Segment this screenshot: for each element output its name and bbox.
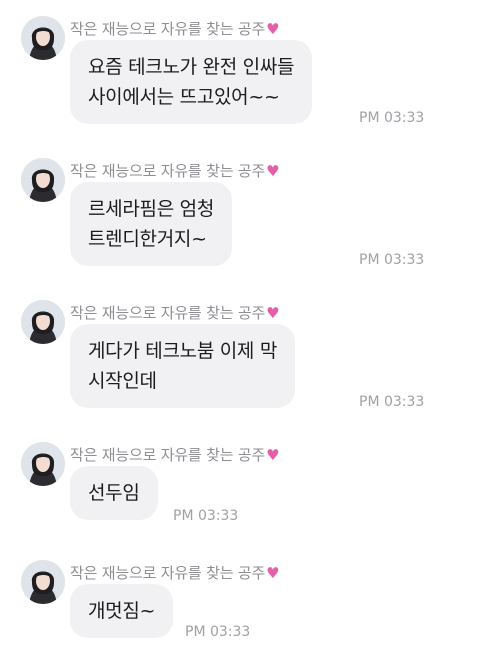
chat-thread: 작은 재능으로 자유를 찾는 공주♥ 요즘 테크노가 완전 인싸들 사이에서는 … xyxy=(0,0,480,664)
message-3: 작은 재능으로 자유를 찾는 공주♥ 게다가 테크노붐 이제 막 시작인데 PM… xyxy=(0,300,480,420)
avatar[interactable] xyxy=(21,300,65,344)
message-bubble[interactable]: 개멋짐~ xyxy=(70,584,174,638)
avatar[interactable] xyxy=(21,16,65,60)
message-bubble[interactable]: 게다가 테크노붐 이제 막 시작인데 xyxy=(70,324,296,408)
message-2: 작은 재능으로 자유를 찾는 공주♥ 르세라핌은 엄청 트렌디한거지~ PM 0… xyxy=(0,158,480,278)
timestamp: PM 03:33 xyxy=(359,394,425,410)
message-bubble[interactable]: 요즘 테크노가 완전 인싸들 사이에서는 뜨고있어~~ xyxy=(70,40,313,124)
message-bubble[interactable]: 선두임 xyxy=(70,466,158,520)
sender-name: 작은 재능으로 자유를 찾는 공주♥ xyxy=(70,564,280,582)
message-1: 작은 재능으로 자유를 찾는 공주♥ 요즘 테크노가 완전 인싸들 사이에서는 … xyxy=(0,16,480,136)
message-bubble[interactable]: 르세라핌은 엄청 트렌디한거지~ xyxy=(70,182,233,266)
sender-name: 작은 재능으로 자유를 찾는 공주♥ xyxy=(70,20,280,38)
sparkling-heart-icon: ♥ xyxy=(266,20,280,38)
timestamp: PM 03:33 xyxy=(185,624,251,640)
avatar[interactable] xyxy=(21,158,65,202)
sender-name: 작은 재능으로 자유를 찾는 공주♥ xyxy=(70,162,280,180)
sparkling-heart-icon: ♥ xyxy=(266,304,280,322)
avatar[interactable] xyxy=(21,560,65,604)
sender-name: 작은 재능으로 자유를 찾는 공주♥ xyxy=(70,304,280,322)
sparkling-heart-icon: ♥ xyxy=(266,162,280,180)
sender-name: 작은 재능으로 자유를 찾는 공주♥ xyxy=(70,446,280,464)
sparkling-heart-icon: ♥ xyxy=(266,564,280,582)
timestamp: PM 03:33 xyxy=(359,110,425,126)
sparkling-heart-icon: ♥ xyxy=(266,446,280,464)
timestamp: PM 03:33 xyxy=(359,252,425,268)
avatar[interactable] xyxy=(21,442,65,486)
timestamp: PM 03:33 xyxy=(173,508,239,524)
message-4: 작은 재능으로 자유를 찾는 공주♥ 선두임 PM 03:33 xyxy=(0,442,480,532)
message-5: 작은 재능으로 자유를 찾는 공주♥ 개멋짐~ PM 03:33 xyxy=(0,560,480,650)
